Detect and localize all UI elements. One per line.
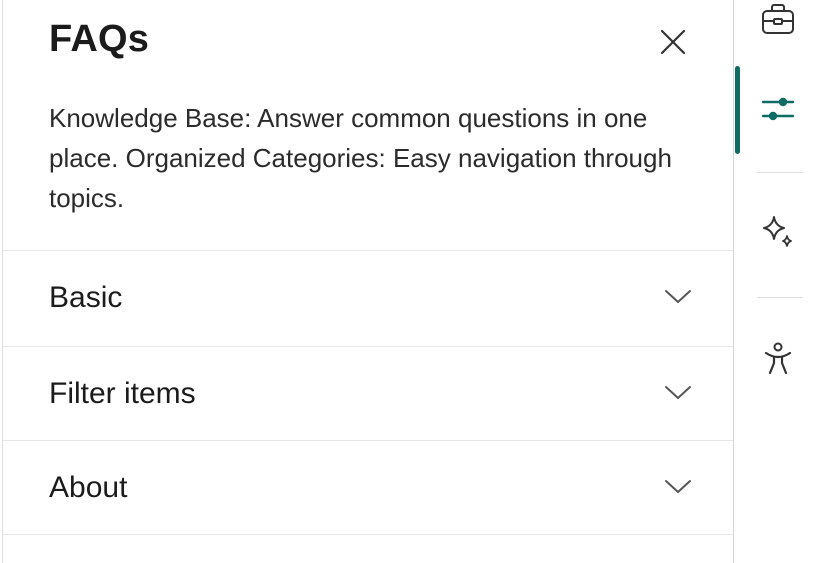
side-rail: [735, 0, 820, 563]
chevron-down-icon: [665, 480, 691, 493]
sparkle-icon: [763, 216, 792, 247]
rail-button-settings[interactable]: [747, 78, 809, 140]
divider: [3, 534, 733, 535]
panel-title: FAQs: [49, 18, 150, 60]
accordion-label: Basic: [49, 281, 123, 314]
briefcase-icon: [762, 4, 794, 34]
panel-description: Knowledge Base: Answer common questions …: [49, 103, 672, 213]
sliders-icon: [761, 97, 795, 121]
rail-divider: [757, 297, 803, 298]
close-icon: [660, 29, 686, 55]
rail-button-ai[interactable]: [747, 200, 809, 262]
accordion-item-filter-items[interactable]: Filter items: [3, 347, 733, 441]
rail-button-tools[interactable]: [747, 0, 809, 50]
chevron-down-icon: [665, 290, 691, 303]
close-button[interactable]: [655, 24, 691, 60]
faq-pane-window: FAQs Knowledge Base: Answer common quest…: [0, 0, 820, 563]
faq-panel: FAQs Knowledge Base: Answer common quest…: [2, 0, 734, 563]
accordion-item-about[interactable]: About: [3, 441, 733, 535]
rail-button-accessibility[interactable]: [747, 328, 809, 390]
accordion-label: About: [49, 471, 128, 504]
accordion-item-basic[interactable]: Basic: [3, 251, 733, 345]
chevron-down-icon: [665, 386, 691, 399]
rail-divider: [757, 172, 803, 173]
accessibility-icon: [764, 342, 792, 375]
accordion-label: Filter items: [49, 377, 196, 410]
active-indicator: [735, 66, 740, 154]
